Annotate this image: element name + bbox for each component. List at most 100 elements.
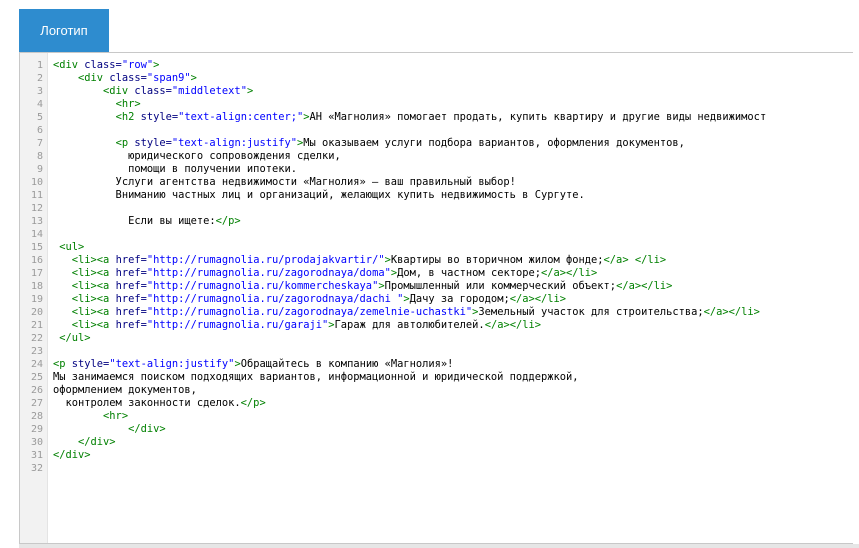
line-number: 2 xyxy=(36,73,43,84)
html-tag-token: <div xyxy=(78,72,110,84)
code-text: <div class="span9"> xyxy=(53,72,197,85)
text-token: оформлением документов, xyxy=(53,384,197,396)
html-tag-token: > xyxy=(246,85,254,97)
text-token: Мы занимаемся поиском подходящих вариант… xyxy=(53,371,579,383)
string-token: "text-align:justify" xyxy=(109,358,235,370)
html-tag-token: <ul> xyxy=(59,241,85,253)
code-line: 31 </div> xyxy=(20,449,853,462)
line-number: 7 xyxy=(36,138,43,149)
attribute-token: href= xyxy=(115,306,147,318)
code-line: 21 <li><a href="http://rumagnolia.ru/gar… xyxy=(20,319,853,332)
code-text: <li><a href="http://rumagnolia.ru/zagoro… xyxy=(53,306,760,319)
code-line: 32 xyxy=(20,462,853,475)
logo-tab[interactable]: Логотип xyxy=(19,9,109,52)
text-token: Квартиры во вторичном жилом фонде; xyxy=(390,254,604,266)
attribute-token: href= xyxy=(115,293,147,305)
attribute-token: href= xyxy=(115,319,147,331)
code-line: 5 <h2 style="text-align:center;">АН «Маг… xyxy=(20,111,853,124)
code-text: </ul> xyxy=(53,332,90,345)
attribute-token: style= xyxy=(71,358,110,370)
code-text: помощи в получении ипотеки. xyxy=(53,163,297,176)
code-line: 25 Мы занимаемся поиском подходящих вариа… xyxy=(20,371,853,384)
html-tag-token: <li><a xyxy=(71,280,116,292)
text-token: юридического сопровождения сделки, xyxy=(53,150,341,162)
code-line: 18 <li><a href="http://rumagnolia.ru/kom… xyxy=(20,280,853,293)
text-token: АН «Магнолия» помогает продать, купить к… xyxy=(309,111,767,123)
attribute-token: style= xyxy=(134,137,172,149)
html-tag-token: > xyxy=(190,72,197,84)
line-number: 1 xyxy=(36,60,43,71)
html-tag-token: </a></li> xyxy=(509,293,567,305)
html-tag-token: <li><a xyxy=(71,306,116,318)
line-number: 24 xyxy=(30,359,43,370)
code-text: <h2 style="text-align:center;">АН «Магно… xyxy=(53,111,767,124)
code-line: 11 Вниманию частных лиц и организаций, ж… xyxy=(20,189,853,202)
text-token: Промышленный или коммерческий объект; xyxy=(384,280,617,292)
code-text: оформлением документов, xyxy=(53,384,197,397)
html-tag-token: </a> xyxy=(603,254,629,266)
line-number: 23 xyxy=(30,346,43,357)
string-token: "http://rumagnolia.ru/zagorodnaya/doma" xyxy=(146,267,391,279)
line-number: 28 xyxy=(30,411,43,422)
line-number: 8 xyxy=(36,151,43,162)
code-text: <p style="text-align:justify">Обращайтес… xyxy=(53,358,453,371)
html-tag-token: <p xyxy=(115,137,135,149)
line-number: 22 xyxy=(30,333,43,344)
horizontal-scrollbar[interactable] xyxy=(19,544,859,548)
code-editor[interactable]: 1 <div class="row"> 2 <div class="span9"> 3… xyxy=(19,52,853,544)
html-tag-token: </p> xyxy=(240,397,266,409)
code-text: <li><a href="http://rumagnolia.ru/garaji… xyxy=(53,319,541,332)
line-number: 10 xyxy=(30,177,43,188)
html-tag-token: </a></li> xyxy=(484,319,541,331)
line-number: 17 xyxy=(30,268,43,279)
code-text: <div class="row"> xyxy=(53,59,159,72)
line-number: 5 xyxy=(36,112,43,123)
code-text: </div> xyxy=(53,423,166,436)
html-tag-token: </div> xyxy=(53,449,91,461)
code-text: <div class="middletext"> xyxy=(53,85,253,98)
text-token: контролем законности сделок. xyxy=(53,397,241,409)
code-text: <ul> xyxy=(53,241,84,254)
code-line: 2 <div class="span9"> xyxy=(20,72,853,85)
code-line: 20 <li><a href="http://rumagnolia.ru/zag… xyxy=(20,306,853,319)
html-tag-token: <hr> xyxy=(115,98,141,110)
code-line: 29 </div> xyxy=(20,423,853,436)
code-line: 22 </ul> xyxy=(20,332,853,345)
attribute-token: class= xyxy=(84,59,122,71)
line-number: 4 xyxy=(36,99,43,110)
string-token: "row" xyxy=(121,59,154,71)
code-text: <li><a href="http://rumagnolia.ru/kommer… xyxy=(53,280,673,293)
line-number: 19 xyxy=(30,294,43,305)
code-text: </div> xyxy=(53,449,91,462)
logo-tab-label: Логотип xyxy=(40,23,88,38)
line-number: 29 xyxy=(30,424,43,435)
line-number: 11 xyxy=(30,190,43,201)
string-token: "text-align:center;" xyxy=(178,111,304,123)
code-line: 27 контролем законности сделок.</p> xyxy=(20,397,853,410)
code-line: 8 юридического сопровождения сделки, xyxy=(20,150,853,163)
code-text: <li><a href="http://rumagnolia.ru/zagoro… xyxy=(53,267,598,280)
code-text: <hr> xyxy=(53,410,128,423)
code-line: 16 <li><a href="http://rumagnolia.ru/pro… xyxy=(20,254,853,267)
html-tag-token: </a></li> xyxy=(703,306,760,318)
string-token: "http://rumagnolia.ru/garaji" xyxy=(146,319,329,331)
code-text: Если вы ищете:</p> xyxy=(53,215,241,228)
line-number: 30 xyxy=(30,437,43,448)
code-text: Мы занимаемся поиском подходящих вариант… xyxy=(53,371,578,384)
html-tag-token: <p xyxy=(53,358,72,370)
attribute-token: class= xyxy=(134,85,172,97)
code-line: 13 Если вы ищете:</p> xyxy=(20,215,853,228)
html-tag-token: <h2 xyxy=(115,111,141,123)
html-tag-token: <li><a xyxy=(71,293,116,305)
html-tag-token: <li><a xyxy=(71,319,116,331)
code-text: Вниманию частных лиц и организаций, жела… xyxy=(53,189,585,202)
code-line: 4 <hr> xyxy=(20,98,853,111)
